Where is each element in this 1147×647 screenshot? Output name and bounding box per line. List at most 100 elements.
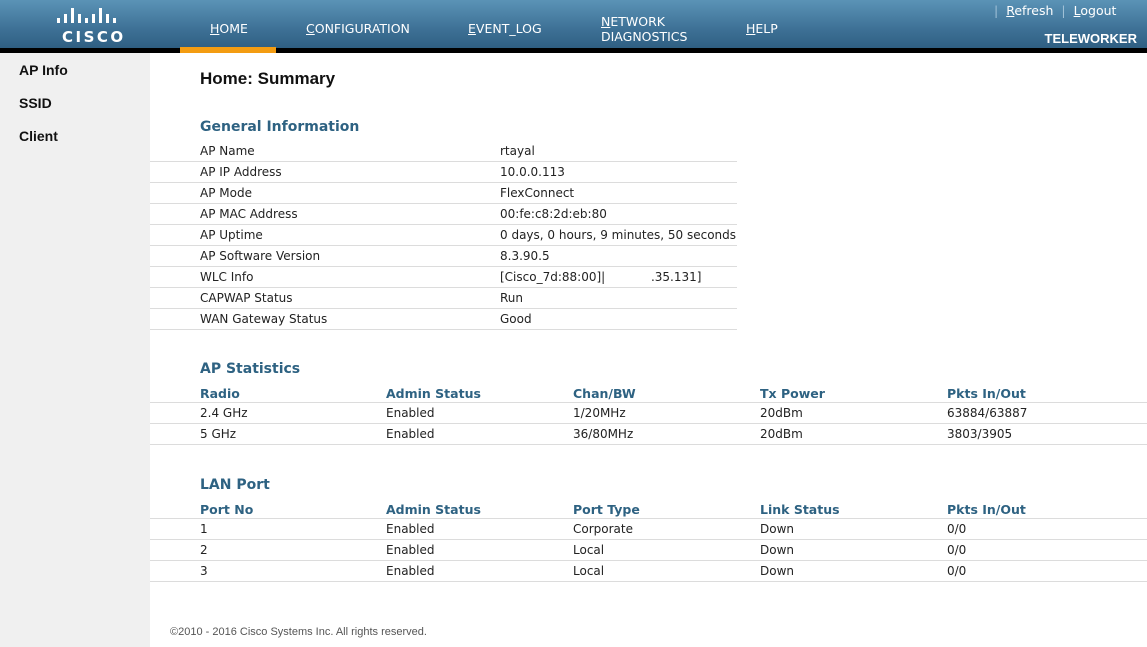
table-cell: 3	[200, 564, 208, 578]
table-cell: Enabled	[386, 406, 435, 420]
top-links: | Refresh | Logout	[990, 3, 1116, 18]
table-cell: 0/0	[947, 543, 967, 557]
table-cell: 2.4 GHz	[200, 406, 248, 420]
table-row: 2 Enabled Local Down 0/0	[150, 540, 1147, 561]
table-cell: 1	[200, 522, 208, 536]
info-value: 00:fe:c8:2d:eb:80	[500, 207, 607, 221]
page-title: Home: Summary	[200, 69, 336, 88]
info-key: WLC Info	[200, 270, 254, 284]
table-row: 1 Enabled Corporate Down 0/0	[150, 519, 1147, 540]
table-cell: Enabled	[386, 564, 435, 578]
lan-port-title: LAN Port	[200, 477, 270, 493]
table-cell: Enabled	[386, 427, 435, 441]
nav-help-accel: H	[746, 21, 756, 36]
table-cell: 5 GHz	[200, 427, 237, 441]
column-header: Tx Power	[760, 386, 825, 401]
column-header: Port No	[200, 502, 254, 517]
sidebar-item-ap-info[interactable]: AP Info	[19, 62, 68, 78]
logout-label: ogout	[1080, 3, 1117, 18]
nav-event-log[interactable]: EVENT_LOG	[468, 21, 542, 36]
nav-home-accel: H	[210, 21, 220, 36]
table-cell: Down	[760, 564, 795, 578]
info-row-capwap-status: CAPWAP Status Run	[150, 288, 737, 309]
column-header: Port Type	[573, 502, 640, 517]
info-row-ap-ip: AP IP Address 10.0.0.113	[150, 162, 737, 183]
info-value: 0 days, 0 hours, 9 minutes, 50 seconds	[500, 228, 737, 242]
column-header: Pkts In/Out	[947, 502, 1026, 517]
nav-network-label: ETWORK	[610, 14, 665, 29]
ap-mode-label: TELEWORKER	[1044, 31, 1137, 46]
table-cell: 63884/63887	[947, 406, 1028, 420]
column-header: Pkts In/Out	[947, 386, 1026, 401]
info-value: 8.3.90.5	[500, 249, 550, 263]
table-header: Port No Admin Status Port Type Link Stat…	[150, 499, 1147, 519]
nav-help[interactable]: HELP	[746, 21, 778, 36]
table-row: 5 GHz Enabled 36/80MHz 20dBm 3803/3905	[150, 424, 1147, 445]
copyright-footer: ©2010 - 2016 Cisco Systems Inc. All righ…	[170, 626, 427, 638]
link-separator: |	[994, 3, 999, 18]
column-header: Admin Status	[386, 386, 481, 401]
general-info-title: General Information	[200, 119, 360, 135]
info-row-ap-name: AP Name rtayal	[150, 141, 737, 162]
table-cell: Corporate	[573, 522, 633, 536]
info-value: Good	[500, 312, 532, 326]
info-value: FlexConnect	[500, 186, 575, 200]
nav-help-label: ELP	[755, 21, 778, 36]
info-row-software-version: AP Software Version 8.3.90.5	[150, 246, 737, 267]
table-row: 2.4 GHz Enabled 1/20MHz 20dBm 63884/6388…	[150, 403, 1147, 424]
table-cell: Enabled	[386, 543, 435, 557]
info-key: AP MAC Address	[200, 207, 298, 221]
table-cell: 0/0	[947, 564, 967, 578]
info-key: AP Name	[200, 144, 255, 158]
table-cell: Down	[760, 522, 795, 536]
general-info-table: AP Name rtayal AP IP Address 10.0.0.113 AP…	[150, 141, 737, 330]
table-cell: 3803/3905	[947, 427, 1013, 441]
cisco-logo: CISCO	[56, 6, 126, 46]
table-cell: Local	[573, 564, 605, 578]
top-banner: CISCO HOME CONFIGURATION EVENT_LOG NETWO…	[0, 0, 1147, 48]
column-header: Admin Status	[386, 502, 481, 517]
table-header: Radio Admin Status Chan/BW Tx Power Pkts…	[150, 383, 1147, 403]
sidebar-item-ssid[interactable]: SSID	[19, 95, 52, 111]
info-row-wlc-info: WLC Info [Cisco_7d:88:00]| .35.131]	[150, 267, 737, 288]
table-cell: 36/80MHz	[573, 427, 634, 441]
table-cell: 20dBm	[760, 406, 803, 420]
sidebar: AP Info SSID Client	[0, 53, 150, 647]
table-cell: 20dBm	[760, 427, 803, 441]
refresh-link[interactable]: Refresh	[1006, 3, 1053, 18]
column-header: Link Status	[760, 502, 840, 517]
table-cell: Down	[760, 543, 795, 557]
nav-network-diagnostics[interactable]: NETWORK DIAGNOSTICS	[601, 14, 687, 44]
nav-configuration[interactable]: CONFIGURATION	[306, 21, 410, 36]
brand-text: CISCO	[62, 28, 126, 46]
info-key: CAPWAP Status	[200, 291, 293, 305]
sidebar-item-client[interactable]: Client	[19, 128, 58, 144]
ap-statistics-table: Radio Admin Status Chan/BW Tx Power Pkts…	[150, 383, 1147, 445]
table-cell: 0/0	[947, 522, 967, 536]
nav-diagnostics-label: DIAGNOSTICS	[601, 29, 688, 44]
table-row: 3 Enabled Local Down 0/0	[150, 561, 1147, 582]
column-header: Radio	[200, 386, 240, 401]
logout-link[interactable]: Logout	[1074, 3, 1117, 18]
column-header: Chan/BW	[573, 386, 636, 401]
info-key: AP IP Address	[200, 165, 282, 179]
info-row-wan-gateway: WAN Gateway Status Good	[150, 309, 737, 330]
ap-statistics-title: AP Statistics	[200, 361, 301, 377]
info-value: [Cisco_7d:88:00]| .35.131]	[500, 270, 702, 284]
info-key: AP Software Version	[200, 249, 321, 263]
nav-home[interactable]: HOME	[210, 21, 248, 36]
nav-configuration-accel: C	[306, 21, 315, 36]
info-key: AP Mode	[200, 186, 252, 200]
table-cell: Enabled	[386, 522, 435, 536]
cisco-bridge-icon	[57, 8, 116, 23]
refresh-label: efresh	[1014, 3, 1054, 18]
table-cell: Local	[573, 543, 605, 557]
info-value: rtayal	[500, 144, 535, 158]
info-row-ap-uptime: AP Uptime 0 days, 0 hours, 9 minutes, 50 …	[150, 225, 737, 246]
info-value: Run	[500, 291, 524, 305]
link-separator: |	[1061, 3, 1066, 18]
info-row-ap-mode: AP Mode FlexConnect	[150, 183, 737, 204]
info-value: 10.0.0.113	[500, 165, 565, 179]
main-content: Home: Summary General Information AP Nam…	[150, 53, 1147, 647]
info-row-ap-mac: AP MAC Address 00:fe:c8:2d:eb:80	[150, 204, 737, 225]
